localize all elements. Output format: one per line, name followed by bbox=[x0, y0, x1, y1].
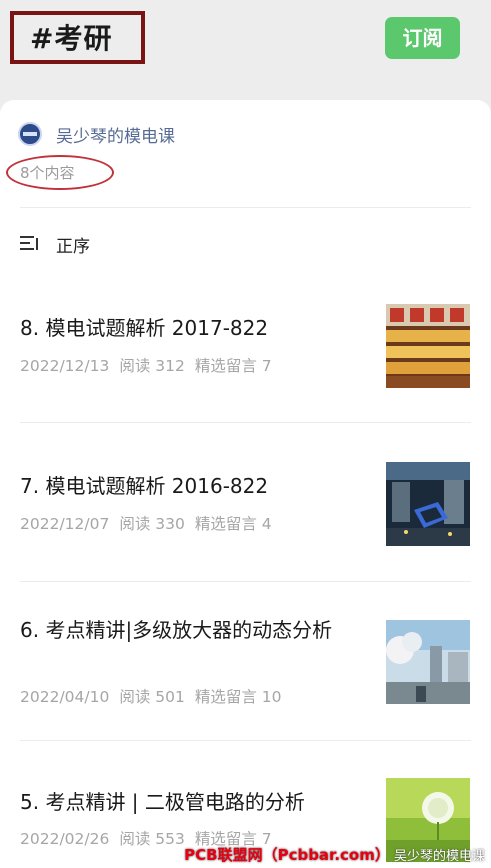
article-title[interactable]: 7. 模电试题解析 2016-822 bbox=[20, 470, 365, 502]
divider bbox=[20, 581, 471, 582]
article-meta: 2022/04/10 阅读 501 精选留言 10 bbox=[20, 685, 292, 707]
divider bbox=[20, 740, 471, 741]
thumbnail-food-stall[interactable] bbox=[386, 304, 470, 388]
article-reads: 阅读 553 bbox=[119, 830, 185, 848]
thumbnail-street-blossom[interactable] bbox=[386, 620, 470, 704]
account-avatar[interactable] bbox=[18, 122, 42, 146]
article-date: 2022/02/26 bbox=[20, 830, 110, 848]
article-reads: 阅读 312 bbox=[119, 357, 185, 375]
article-title[interactable]: 6. 考点精讲|多级放大器的动态分析 bbox=[20, 614, 365, 646]
article-comments: 精选留言 7 bbox=[194, 357, 272, 375]
article-date: 2022/04/10 bbox=[20, 688, 110, 706]
article-reads: 阅读 330 bbox=[119, 515, 185, 533]
divider bbox=[20, 422, 471, 423]
thumbnail-night-city[interactable] bbox=[386, 462, 470, 546]
article-comments: 精选留言 4 bbox=[194, 515, 272, 533]
watermark: PCB联盟网（Pcbbar.com） 吴少琴的模电课 bbox=[184, 844, 485, 865]
subscribe-button[interactable]: 订阅 bbox=[385, 17, 460, 59]
tag-title: #考研 bbox=[30, 22, 113, 55]
article-date: 2022/12/13 bbox=[20, 357, 110, 375]
article-title[interactable]: 8. 模电试题解析 2017-822 bbox=[20, 312, 365, 344]
watermark-author: 吴少琴的模电课 bbox=[393, 849, 485, 864]
sort-order-label[interactable]: 正序 bbox=[56, 232, 90, 257]
article-title[interactable]: 5. 考点精讲 | 二极管电路的分析 bbox=[20, 786, 365, 818]
divider bbox=[20, 207, 471, 208]
article-date: 2022/12/07 bbox=[20, 515, 110, 533]
account-name[interactable]: 吴少琴的模电课 bbox=[56, 122, 175, 147]
article-meta: 2022/12/07 阅读 330 精选留言 4 bbox=[20, 512, 282, 534]
sort-icon[interactable] bbox=[20, 234, 40, 252]
watermark-site: PCB联盟网（Pcbbar.com） bbox=[184, 846, 390, 864]
article-reads: 阅读 501 bbox=[119, 688, 185, 706]
article-comments: 精选留言 10 bbox=[194, 688, 282, 706]
article-meta: 2022/12/13 阅读 312 精选留言 7 bbox=[20, 354, 282, 376]
content-count: 8个内容 bbox=[20, 164, 75, 182]
